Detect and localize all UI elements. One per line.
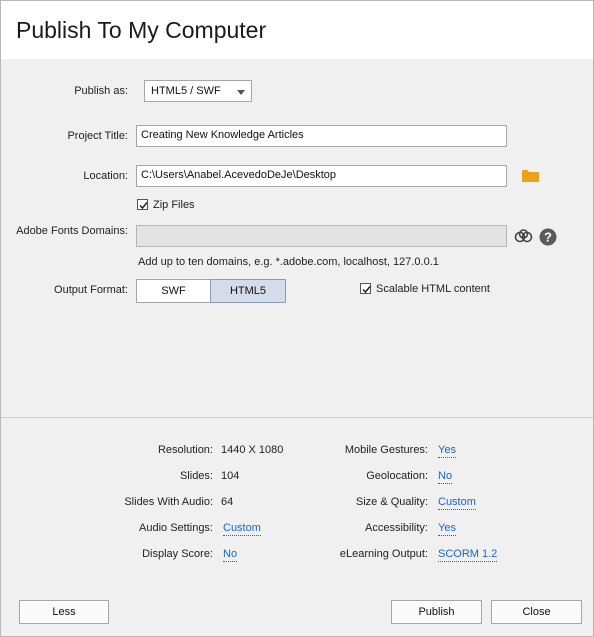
audio-settings-label: Audio Settings: (139, 522, 213, 534)
publish-as-dropdown[interactable]: HTML5 / SWF (144, 80, 252, 102)
mobile-gestures-link[interactable]: Yes (438, 444, 456, 458)
creative-cloud-icon[interactable] (514, 229, 533, 244)
mobile-gestures-label: Mobile Gestures: (344, 444, 428, 456)
chevron-down-icon (237, 90, 245, 95)
publish-as-label: Publish as: (74, 85, 128, 97)
svg-text:?: ? (544, 230, 552, 245)
help-icon[interactable]: ? (539, 228, 557, 246)
geolocation-label: Geolocation: (366, 470, 428, 482)
elearning-output-link[interactable]: SCORM 1.2 (438, 548, 498, 562)
fonts-domains-input (136, 225, 507, 247)
output-format-swf-button[interactable]: SWF (136, 279, 211, 303)
scalable-html-label: Scalable HTML content (376, 283, 490, 295)
location-label: Location: (83, 170, 128, 182)
resolution-value: 1440 X 1080 (221, 444, 284, 456)
fonts-domains-label: Adobe Fonts Domains: (16, 225, 128, 237)
less-button[interactable]: Less (19, 600, 109, 624)
accessibility-link[interactable]: Yes (438, 522, 456, 536)
size-quality-link[interactable]: Custom (438, 496, 476, 510)
project-title-label: Project Title: (67, 130, 128, 142)
resolution-label: Resolution: (157, 444, 213, 456)
fonts-domains-hint: Add up to ten domains, e.g. *.adobe.com,… (138, 256, 439, 268)
zip-files-label: Zip Files (153, 199, 195, 211)
output-format-html5-button[interactable]: HTML5 (210, 279, 286, 303)
publish-dialog: Publish To My Computer Publish as: HTML5… (0, 0, 594, 637)
section-divider (1, 417, 593, 418)
slides-value: 104 (221, 470, 240, 482)
folder-icon[interactable] (522, 169, 539, 183)
dialog-title: Publish To My Computer (16, 17, 267, 43)
dialog-titlebar: Publish To My Computer (1, 1, 593, 59)
location-input[interactable]: C:\Users\Anabel.AcevedoDeJe\Desktop (136, 165, 507, 187)
project-title-input[interactable]: Creating New Knowledge Articles (136, 125, 507, 147)
publish-as-value: HTML5 / SWF (151, 85, 221, 97)
accessibility-label: Accessibility: (365, 522, 428, 534)
publish-button[interactable]: Publish (391, 600, 482, 624)
close-button[interactable]: Close (491, 600, 582, 624)
geolocation-link[interactable]: No (438, 470, 453, 484)
size-quality-label: Size & Quality: (355, 496, 428, 508)
output-format-label: Output Format: (54, 284, 128, 296)
zip-files-checkbox[interactable] (137, 199, 148, 210)
audio-settings-link[interactable]: Custom (223, 522, 261, 536)
slides-with-audio-label: Slides With Audio: (124, 496, 213, 508)
scalable-html-checkbox[interactable] (360, 283, 371, 294)
slides-with-audio-value: 64 (221, 496, 234, 508)
display-score-label: Display Score: (142, 548, 213, 560)
display-score-link[interactable]: No (223, 548, 238, 562)
slides-label: Slides: (179, 470, 213, 482)
elearning-output-label: eLearning Output: (339, 548, 428, 560)
